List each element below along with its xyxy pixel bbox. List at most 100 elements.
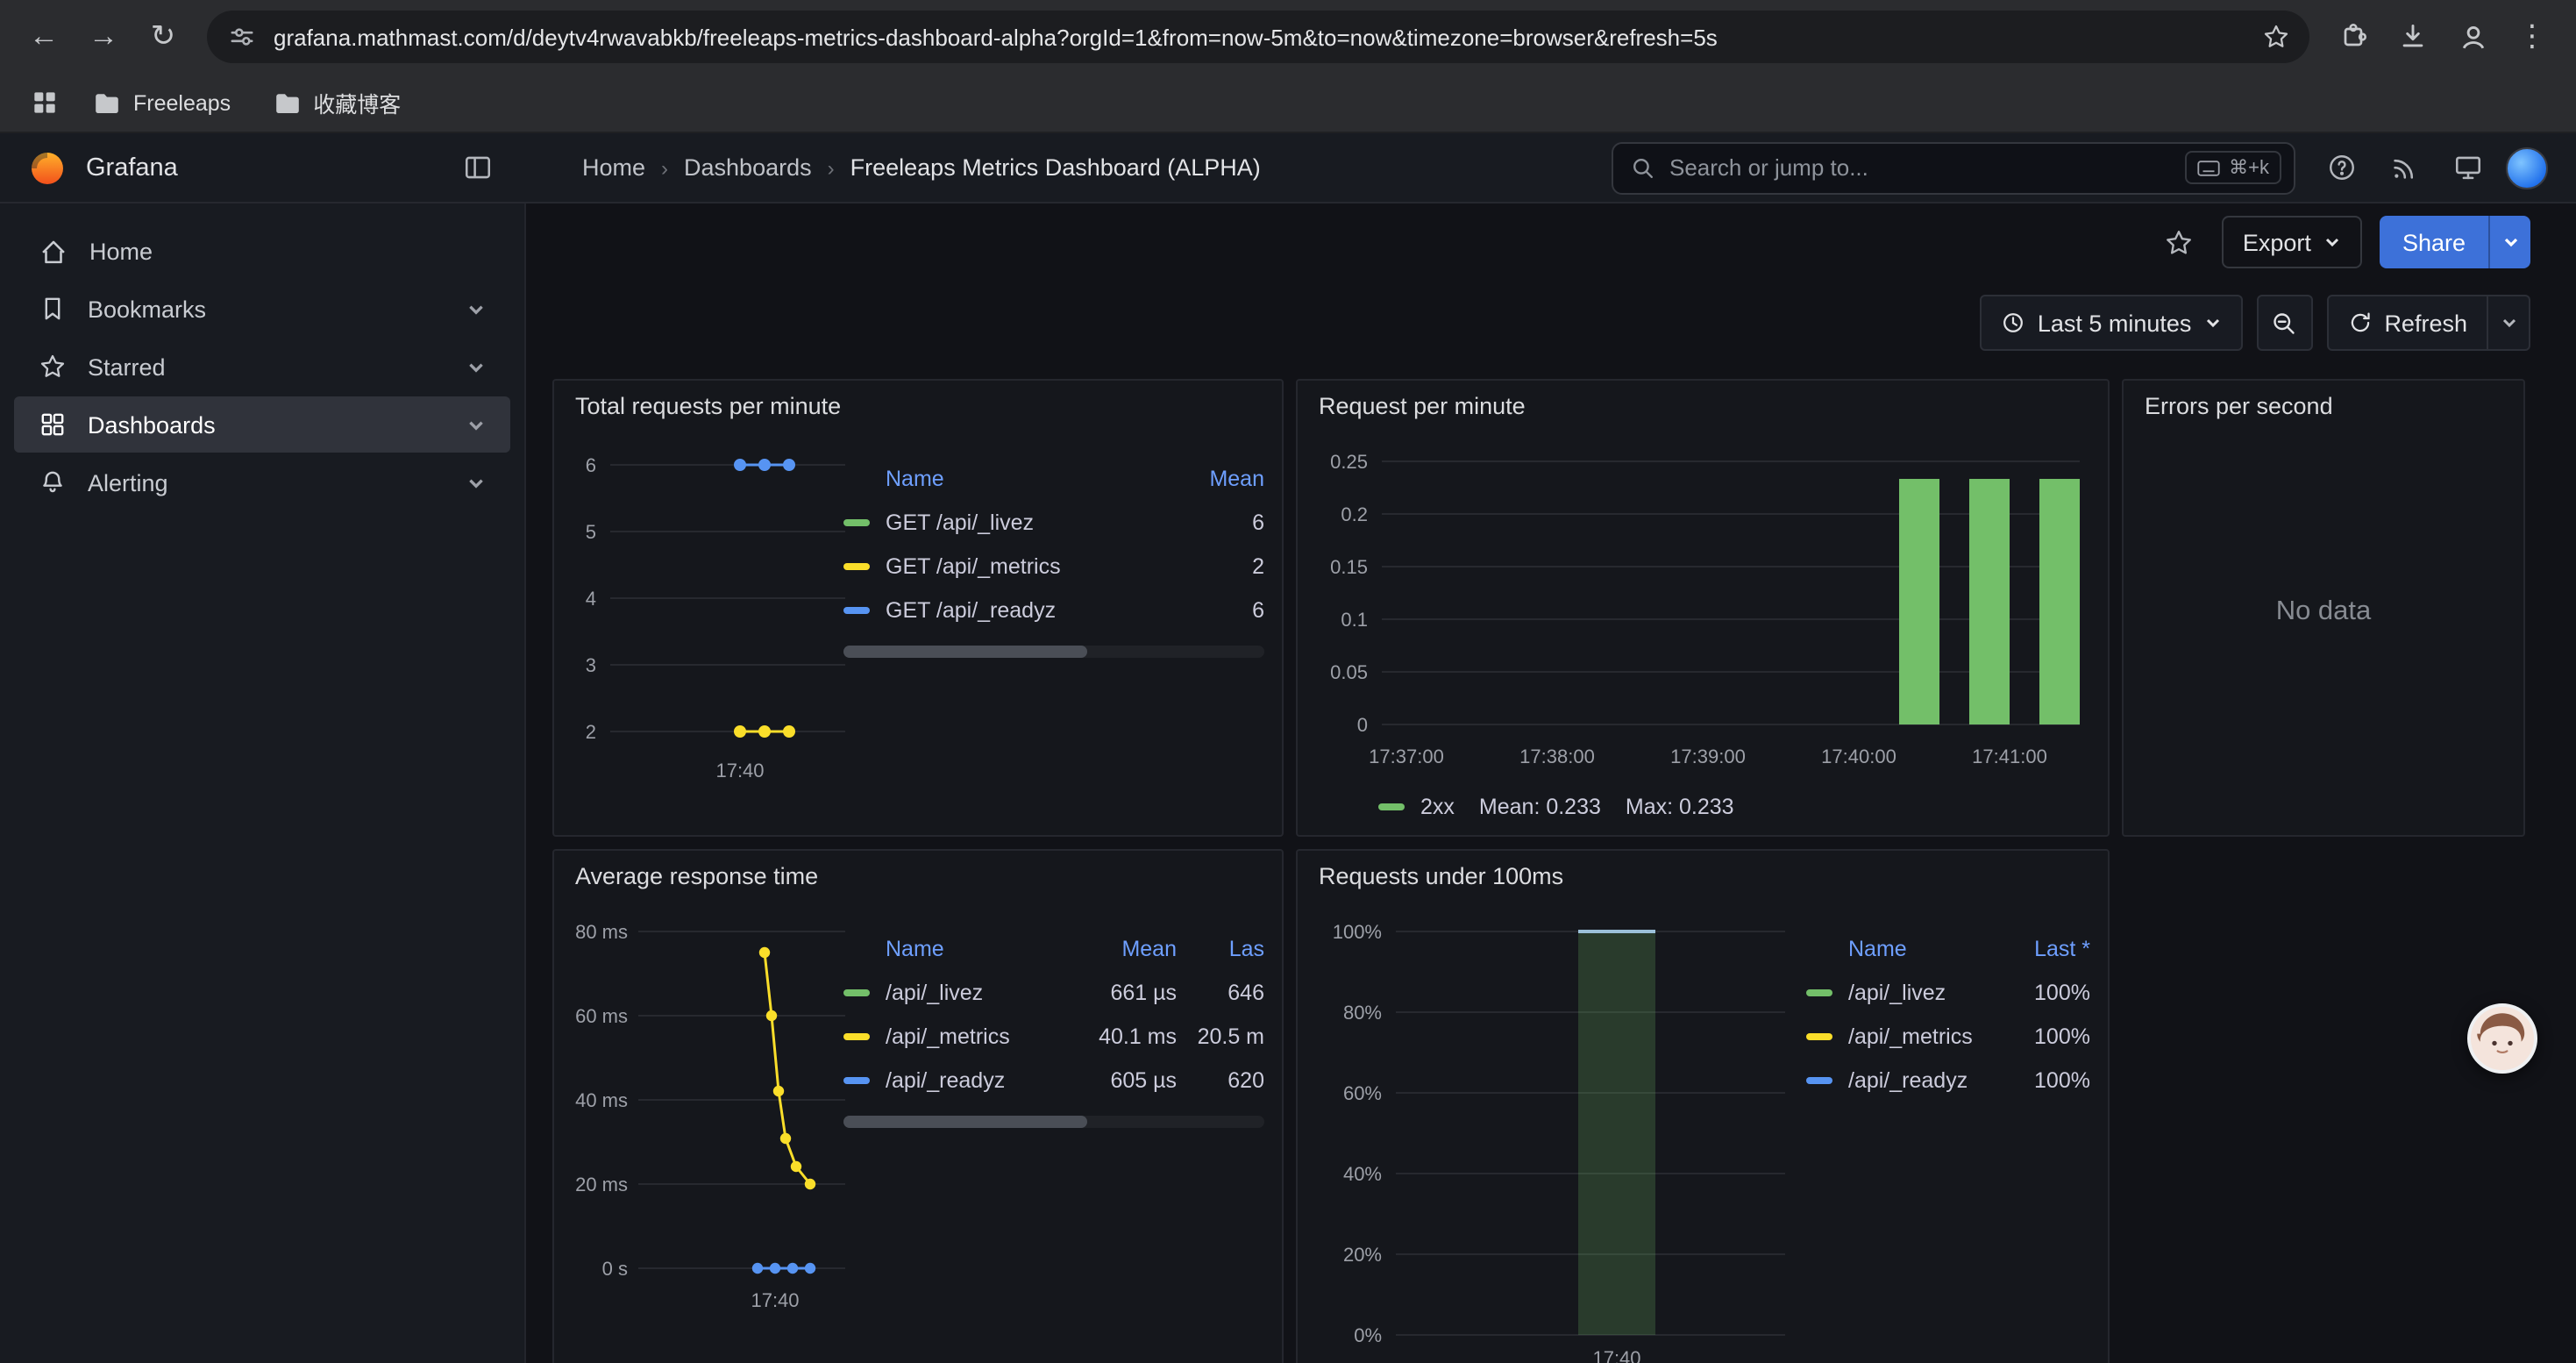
svg-text:60%: 60% [1343, 1082, 1382, 1104]
grafana-logo[interactable] [28, 148, 67, 187]
bookmark-folder-blog[interactable]: 收藏博客 [257, 79, 416, 126]
export-button[interactable]: Export [2222, 216, 2362, 268]
panel-title[interactable]: Request per minute [1298, 381, 2108, 423]
panel-title[interactable]: Requests under 100ms [1298, 851, 2108, 893]
panel-request-per-minute: Request per minute 0.25 [1296, 379, 2110, 837]
bookmark-folder-label: 收藏博客 [313, 86, 401, 119]
svg-text:80 ms: 80 ms [575, 921, 628, 943]
legend-scrollbar[interactable] [843, 1116, 1264, 1128]
display-button[interactable] [2443, 143, 2492, 192]
series-name[interactable]: /api/_livez [886, 980, 983, 1004]
panel-avg-response-time: Average response time 80 ms [552, 849, 1284, 1363]
browser-menu-button[interactable]: ⋮ [2502, 7, 2562, 67]
series-name[interactable]: /api/_readyz [1848, 1067, 1968, 1092]
zoom-out-button[interactable] [2256, 295, 2312, 351]
legend-scrollbar[interactable] [843, 646, 1264, 658]
news-rss-button[interactable] [2380, 143, 2429, 192]
folder-icon [273, 90, 301, 115]
sidebar-item-starred[interactable]: Starred [14, 339, 510, 395]
forward-button[interactable]: → [74, 7, 133, 67]
breadcrumb-home[interactable]: Home [582, 154, 645, 181]
chevron-right-icon: › [828, 155, 835, 180]
series-2xx-bars [1899, 479, 2080, 724]
help-button[interactable] [2316, 143, 2366, 192]
chevron-down-icon[interactable] [466, 299, 486, 318]
time-controls: Last 5 minutes [526, 281, 2576, 365]
series-name[interactable]: /api/_metrics [886, 1024, 1010, 1048]
legend-row: GET /api/_livez 6 [843, 500, 1264, 544]
bookmark-folder-label: Freeleaps [133, 90, 231, 115]
apps-grid-button[interactable] [21, 80, 67, 125]
sidebar-toggle-button[interactable] [452, 143, 502, 192]
grafana-top-nav: Grafana Home › Dashboards › Freeleaps Me… [0, 133, 2576, 203]
profile-button[interactable] [2443, 7, 2502, 67]
legend-header-name[interactable]: Name [1806, 937, 1907, 961]
sidebar-item-alerting[interactable]: Alerting [14, 454, 510, 510]
bookmark-folder-freeleaps[interactable]: Freeleaps [77, 83, 246, 122]
star-icon [39, 353, 67, 381]
request-per-minute-chart: 0.25 0.2 0.15 0.1 0.05 0 17:37:00 [1298, 423, 2108, 791]
search-box[interactable]: ⌘+k [1612, 141, 2295, 194]
svg-text:40%: 40% [1343, 1163, 1382, 1185]
sidebar-item-home[interactable]: Home [14, 223, 510, 279]
extensions-button[interactable] [2323, 7, 2383, 67]
scrollbar-thumb[interactable] [843, 1116, 1087, 1128]
assistant-avatar[interactable] [2467, 1003, 2537, 1074]
svg-text:17:40: 17:40 [715, 760, 764, 781]
series-name[interactable]: GET /api/_readyz [886, 597, 1056, 622]
search-icon [1631, 155, 1655, 180]
series-name[interactable]: 2xx [1420, 795, 1455, 819]
legend-header-mean[interactable]: Mean [1064, 937, 1177, 961]
legend-header-name[interactable]: Name [843, 467, 944, 491]
chevron-down-icon[interactable] [466, 357, 486, 376]
legend-header-last[interactable]: Las [1191, 937, 1264, 961]
svg-text:2: 2 [586, 721, 596, 743]
series-name[interactable]: /api/_livez [1848, 980, 1946, 1004]
nav-brand-section: Grafana [0, 143, 526, 192]
share-button[interactable]: Share [2380, 216, 2488, 268]
legend-row: /api/_livez 100% [1806, 970, 2090, 1014]
sidebar-item-dashboards[interactable]: Dashboards [14, 396, 510, 453]
brand-name: Grafana [86, 153, 433, 182]
breadcrumb-dashboards[interactable]: Dashboards [684, 154, 812, 181]
chevron-down-icon [2203, 314, 2221, 332]
svg-text:0%: 0% [1354, 1324, 1382, 1346]
panel-title[interactable]: Average response time [554, 851, 1282, 893]
url-bar[interactable]: grafana.mathmast.com/d/deytv4rwavabkb/fr… [207, 11, 2309, 63]
under-100ms-chart: 100% 80% 60% 40% 20% 0% [1298, 893, 1806, 1363]
svg-text:17:40:00: 17:40:00 [1821, 746, 1896, 767]
share-options-chevron[interactable] [2488, 216, 2530, 268]
series-name[interactable]: /api/_metrics [1848, 1024, 1973, 1048]
time-range-button[interactable]: Last 5 minutes [1980, 295, 2243, 351]
panel-title[interactable]: Total requests per minute [554, 381, 1282, 423]
panel-errors-per-second: Errors per second No data [2122, 379, 2525, 837]
bookmark-star-icon[interactable] [2253, 14, 2299, 60]
series-name[interactable]: GET /api/_livez [886, 510, 1034, 534]
total-requests-chart: 6 5 4 3 2 [554, 423, 843, 835]
series-name[interactable]: /api/_readyz [886, 1067, 1005, 1092]
refresh-interval-chevron[interactable] [2488, 295, 2530, 351]
back-button[interactable]: ← [14, 7, 74, 67]
chevron-down-icon[interactable] [466, 473, 486, 492]
panel-title[interactable]: Errors per second [2124, 381, 2523, 423]
svg-text:0 s: 0 s [602, 1258, 628, 1280]
refresh-button[interactable]: Refresh [2326, 295, 2488, 351]
svg-text:17:37:00: 17:37:00 [1369, 746, 1444, 767]
series-name[interactable]: GET /api/_metrics [886, 553, 1061, 578]
reload-button[interactable]: ↻ [133, 7, 193, 67]
user-avatar[interactable] [2506, 146, 2548, 189]
sidebar-item-bookmarks[interactable]: Bookmarks [14, 281, 510, 337]
url-text[interactable]: grafana.mathmast.com/d/deytv4rwavabkb/fr… [274, 24, 2253, 50]
site-settings-icon[interactable] [228, 23, 256, 51]
refresh-icon [2347, 310, 2372, 335]
chevron-down-icon[interactable] [466, 415, 486, 434]
legend-header-last[interactable]: Last * [2003, 937, 2090, 961]
legend-header-name[interactable]: Name [843, 937, 944, 961]
downloads-button[interactable] [2383, 7, 2443, 67]
favorite-star-button[interactable] [2155, 218, 2204, 267]
svg-text:0.05: 0.05 [1330, 661, 1368, 683]
scrollbar-thumb[interactable] [843, 646, 1087, 658]
search-input[interactable] [1669, 154, 2171, 181]
legend-header-mean[interactable]: Mean [1177, 467, 1264, 491]
series-color [1378, 803, 1405, 810]
